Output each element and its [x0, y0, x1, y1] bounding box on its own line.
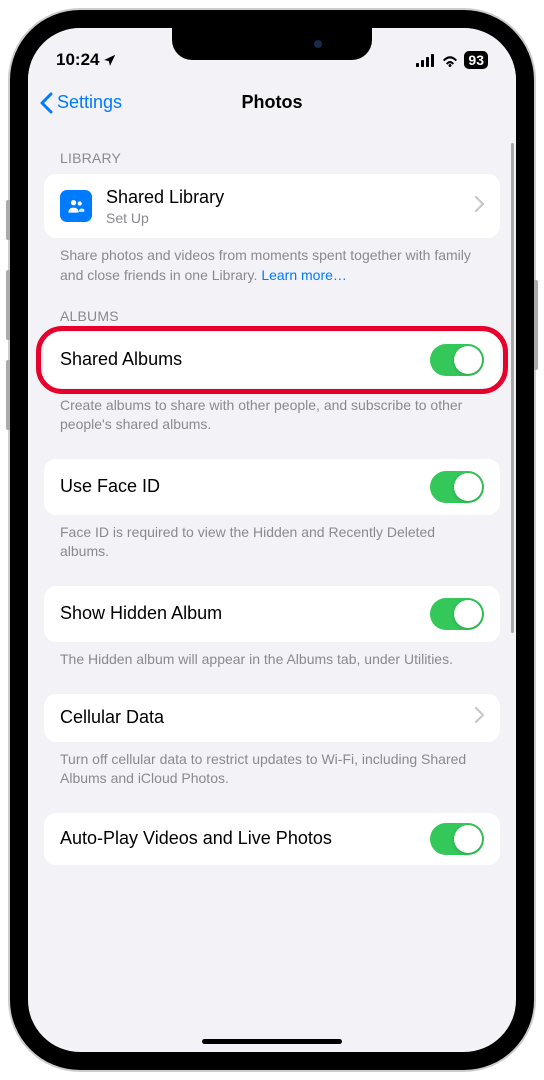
learn-more-link[interactable]: Learn more… [261, 267, 347, 283]
face-id-footer: Face ID is required to view the Hidden a… [44, 515, 500, 562]
people-icon [60, 190, 92, 222]
cellular-footer: Turn off cellular data to restrict updat… [44, 742, 500, 789]
screen: 10:24 93 Settings Photos LIBRAR [28, 28, 516, 1052]
hidden-album-row[interactable]: Show Hidden Album [44, 586, 500, 642]
shared-albums-toggle[interactable] [430, 344, 484, 376]
shared-library-subtitle: Set Up [106, 210, 461, 226]
nav-bar: Settings Photos [28, 78, 516, 128]
home-indicator[interactable] [202, 1039, 342, 1044]
content-scroll[interactable]: LIBRARY Shared Library Set Up [28, 128, 516, 1052]
phone-frame: 10:24 93 Settings Photos LIBRAR [10, 10, 534, 1070]
albums-footer: Create albums to share with other people… [44, 388, 500, 435]
cellular-icon [416, 54, 436, 67]
hidden-album-toggle[interactable] [430, 598, 484, 630]
face-id-row[interactable]: Use Face ID [44, 459, 500, 515]
chevron-right-icon [475, 196, 484, 217]
shared-library-row[interactable]: Shared Library Set Up [44, 174, 500, 238]
section-header-library: LIBRARY [44, 128, 500, 174]
face-id-toggle[interactable] [430, 471, 484, 503]
section-header-albums: ALBUMS [44, 286, 500, 332]
cellular-title: Cellular Data [60, 706, 461, 729]
battery-badge: 93 [464, 51, 488, 69]
shared-albums-row[interactable]: Shared Albums [44, 332, 500, 388]
chevron-left-icon [40, 92, 53, 114]
shared-albums-title: Shared Albums [60, 348, 416, 371]
notch [172, 28, 372, 60]
status-time: 10:24 [56, 50, 99, 70]
nav-title: Photos [242, 92, 303, 113]
library-footer: Share photos and videos from moments spe… [44, 238, 500, 285]
location-icon [103, 53, 117, 67]
hidden-footer: The Hidden album will appear in the Albu… [44, 642, 500, 670]
back-button[interactable]: Settings [40, 92, 122, 114]
back-label: Settings [57, 92, 122, 113]
wifi-icon [441, 54, 459, 67]
cellular-data-row[interactable]: Cellular Data [44, 694, 500, 742]
autoplay-title: Auto-Play Videos and Live Photos [60, 827, 416, 850]
power-button [534, 280, 538, 370]
scroll-indicator [511, 143, 514, 633]
face-id-title: Use Face ID [60, 475, 416, 498]
autoplay-row[interactable]: Auto-Play Videos and Live Photos [44, 813, 500, 865]
shared-library-title: Shared Library [106, 186, 461, 209]
chevron-right-icon [475, 707, 484, 728]
autoplay-toggle[interactable] [430, 823, 484, 855]
hidden-album-title: Show Hidden Album [60, 602, 416, 625]
volume-button [6, 360, 10, 430]
